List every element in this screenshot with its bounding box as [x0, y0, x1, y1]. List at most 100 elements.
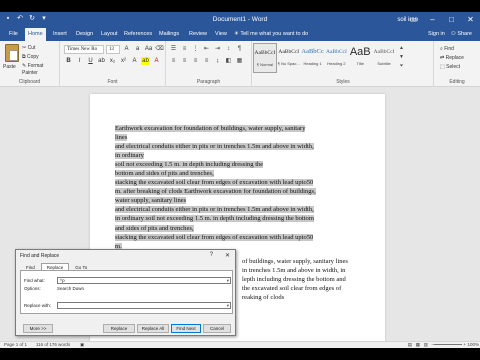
sort-icon[interactable]: ↕ [224, 45, 233, 53]
scroll-down-icon[interactable]: ▼ [398, 53, 405, 62]
clipboard-group: Paste ✂ Cut ⧉ Copy ✎ Format Painter Clip… [0, 41, 60, 87]
bullets-icon[interactable]: ☰ [169, 45, 178, 53]
justify-icon[interactable]: ≡ [202, 57, 211, 65]
style-normal[interactable]: AaBbCcI ¶ Normal [253, 43, 277, 73]
show-marks-icon[interactable]: ¶ [235, 45, 244, 53]
format-painter-button[interactable]: ✎ Format Painter [22, 63, 59, 76]
strikethrough-icon[interactable]: ab [97, 57, 106, 65]
maximize-icon[interactable]: □ [442, 12, 461, 28]
underline-icon[interactable]: U [86, 57, 95, 65]
zoom-slider[interactable] [434, 344, 462, 345]
align-right-icon[interactable]: ≡ [191, 57, 200, 65]
help-icon[interactable]: ? [210, 252, 213, 258]
paste-icon[interactable] [5, 44, 19, 62]
styles-gallery: AaBbCcI ¶ Normal AaBbCcI ¶ No Spac... Aa… [253, 43, 396, 73]
copy-button[interactable]: ⧉ Copy [22, 54, 39, 61]
web-layout-icon[interactable]: ▥ [424, 342, 428, 348]
tab-design[interactable]: Design [73, 28, 96, 41]
shrink-font-icon[interactable]: a [133, 45, 142, 53]
chevron-down-icon[interactable]: ▾ [227, 278, 229, 283]
styles-group-label: Styles [336, 79, 350, 85]
replace-all-button[interactable]: Replace All [137, 324, 169, 333]
sign-in-link[interactable]: Sign in [428, 28, 445, 41]
editing-group-label: Editing [449, 79, 465, 85]
tab-layout[interactable]: Layout [98, 28, 121, 41]
style-heading-2[interactable]: AaBbCcI Heading 2 [325, 43, 349, 73]
shading-icon[interactable]: ◧ [224, 57, 233, 65]
grow-font-icon[interactable]: A [122, 45, 131, 53]
word-window: ▪ ↶ ↻ ▾ Document1 - Word soil iran ▭ – □… [0, 12, 480, 348]
find-what-input[interactable]: ^p ▾ [57, 277, 231, 284]
paragraph-group-label: Paragraph [196, 79, 221, 85]
replace-button[interactable]: Replace [103, 324, 135, 333]
find-button[interactable]: ⌕ Find [440, 45, 454, 53]
print-layout-icon[interactable]: ▦ [416, 342, 420, 348]
select-button[interactable]: ⬚ Select [440, 63, 460, 71]
decrease-indent-icon[interactable]: ⇤ [202, 45, 211, 53]
style-heading-1[interactable]: AaBbCc Heading 1 [301, 43, 325, 73]
zoom-out-icon[interactable]: − [431, 342, 434, 348]
highlight-icon[interactable]: ab [141, 57, 150, 65]
style-sample: AaBbCcI [278, 49, 300, 55]
italic-icon[interactable]: I [75, 57, 84, 65]
replace-with-input[interactable]: ▾ [57, 302, 231, 309]
style-no-spacing[interactable]: AaBbCcI ¶ No Spac... [277, 43, 301, 73]
font-size-box[interactable]: 13 [106, 45, 120, 54]
ribbon-display-options-icon[interactable]: ▭ [404, 12, 423, 28]
close-icon[interactable]: ✕ [461, 12, 480, 28]
proofing-icon[interactable]: ▣ [80, 342, 84, 348]
paste-label[interactable]: Paste [3, 64, 16, 70]
clear-formatting-icon[interactable]: ⌫ [155, 45, 164, 53]
borders-icon[interactable]: ▦ [235, 57, 244, 65]
tab-insert[interactable]: Insert [50, 28, 70, 41]
bold-icon[interactable]: B [64, 57, 73, 65]
tab-file[interactable]: File [6, 28, 21, 41]
tab-mailings[interactable]: Mailings [156, 28, 182, 41]
tab-home[interactable]: Home [25, 28, 46, 41]
style-sample: AaB [349, 46, 371, 58]
account-area: Sign in ⚇ Share [428, 28, 472, 41]
font-name-box[interactable]: Times New Ro [64, 45, 104, 54]
selected-text: stacking the excavated soil clear from e… [115, 179, 314, 187]
font-color-icon[interactable]: A [152, 57, 161, 65]
superscript-icon[interactable]: x² [119, 57, 128, 65]
selected-text: and electrical conduits either in pits o… [115, 143, 314, 151]
minimize-icon[interactable]: – [423, 12, 442, 28]
numbering-icon[interactable]: ≡ [180, 45, 189, 53]
doc-line: and electrical conduits either in pits o… [115, 205, 355, 214]
line-spacing-icon[interactable]: ↨ [213, 57, 222, 65]
tab-view[interactable]: View [212, 28, 230, 41]
replace-button[interactable]: ⇄ Replace [440, 54, 464, 62]
align-left-icon[interactable]: ≡ [169, 57, 178, 65]
scroll-up-icon[interactable]: ▲ [398, 44, 405, 53]
increase-indent-icon[interactable]: ⇥ [213, 45, 222, 53]
change-case-icon[interactable]: Aa [144, 45, 153, 53]
word-count[interactable]: 116 of 176 words [36, 342, 70, 348]
tab-review[interactable]: Review [186, 28, 210, 41]
chevron-down-icon[interactable]: ▾ [227, 303, 229, 308]
more-styles-icon[interactable]: ⏷ [398, 62, 405, 71]
multilevel-list-icon[interactable]: ⋮ [191, 45, 200, 53]
text-effects-icon[interactable]: A [130, 57, 139, 65]
read-mode-icon[interactable]: ▤ [408, 342, 412, 348]
more-button[interactable]: More >> [23, 324, 53, 333]
doc-line: bottom and sides of pits and trenches, [115, 169, 355, 178]
status-bar: Page 1 of 1 116 of 176 words ▣ ▤ ▦ ▥ − +… [0, 341, 480, 348]
selected-text: m. after breaking of clods Earthwork exc… [115, 188, 316, 196]
cancel-button[interactable]: Cancel [203, 324, 231, 333]
style-title[interactable]: AaB Title [348, 43, 372, 73]
share-button[interactable]: ⚇ Share [451, 28, 472, 41]
zoom-level[interactable]: 100% [467, 342, 479, 348]
find-next-button[interactable]: Find Next [171, 324, 201, 333]
zoom-in-icon[interactable]: + [463, 342, 466, 348]
align-center-icon[interactable]: ≡ [180, 57, 189, 65]
style-name: Subtitle [377, 61, 391, 66]
close-icon[interactable]: ✕ [225, 252, 230, 259]
tab-references[interactable]: References [121, 28, 155, 41]
page-count[interactable]: Page 1 of 1 [4, 342, 27, 348]
cut-button[interactable]: ✂ Cut [22, 45, 35, 52]
tell-me-box[interactable]: ☀ Tell me what you want to do [234, 28, 308, 41]
subscript-icon[interactable]: x₂ [108, 57, 117, 65]
doc-line: soil not exceeding 1.5 m. in depth inclu… [115, 160, 355, 169]
style-subtitle[interactable]: AaBbCcI Subtitle [372, 43, 396, 73]
